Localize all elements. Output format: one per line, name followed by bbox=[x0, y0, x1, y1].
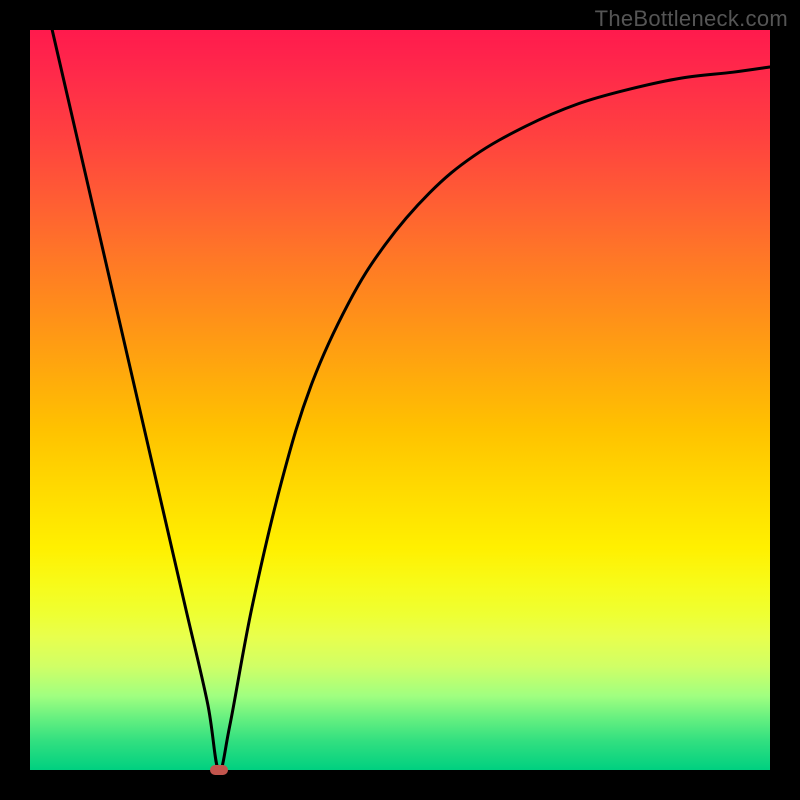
curve-svg bbox=[30, 30, 770, 770]
bottleneck-curve bbox=[52, 30, 770, 771]
chart-frame: TheBottleneck.com bbox=[0, 0, 800, 800]
optimum-marker bbox=[210, 765, 228, 775]
plot-area bbox=[30, 30, 770, 770]
watermark-text: TheBottleneck.com bbox=[595, 6, 788, 32]
